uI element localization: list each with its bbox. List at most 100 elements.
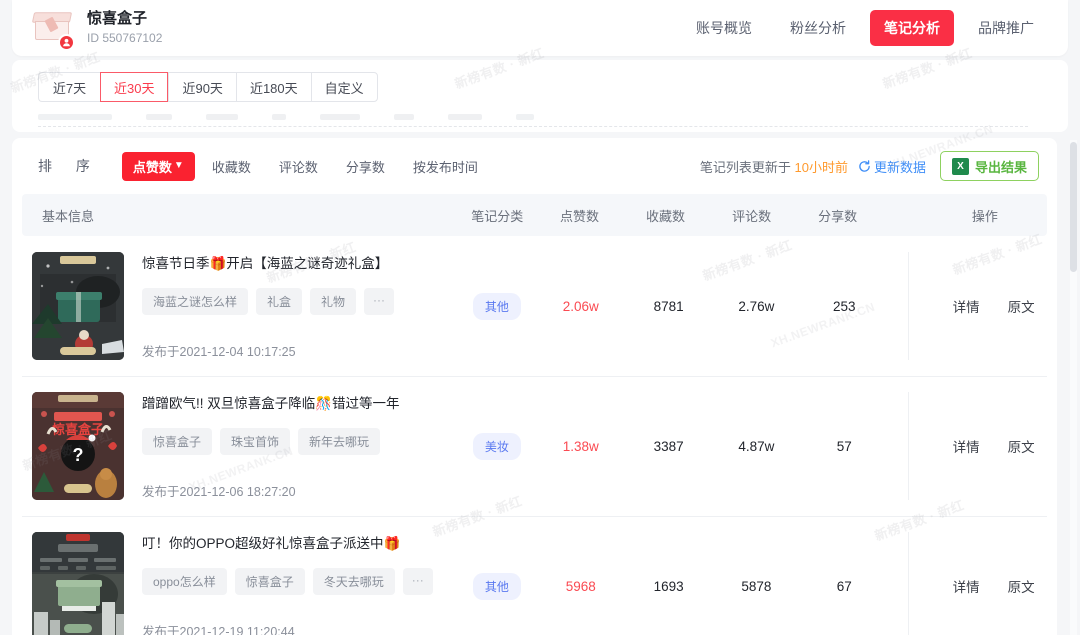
- note-shares-cell: 253: [832, 298, 856, 314]
- note-tag[interactable]: 冬天去哪玩: [312, 568, 395, 595]
- date-tab-custom[interactable]: 自定义: [310, 72, 378, 102]
- app-header: 惊喜盒子 ID 550767102 账号概览 粉丝分析 笔记分析 品牌推广: [12, 0, 1068, 56]
- nav-item-notes[interactable]: 笔记分析: [870, 10, 954, 46]
- original-link[interactable]: 原文: [1008, 576, 1035, 596]
- date-tab-180d[interactable]: 近180天: [235, 72, 311, 102]
- note-comments-cell: 4.87w: [738, 438, 775, 454]
- date-tab-90d[interactable]: 近90天: [168, 72, 236, 102]
- page-root: 惊喜盒子 ID 550767102 账号概览 粉丝分析 笔记分析 品牌推广 近7…: [0, 0, 1080, 635]
- row-basic-info: 惊喜节日季🎁开启【海蓝之谜奇迹礼盒】 海蓝之谜怎么样 礼盒 礼物 ··· 发布于…: [12, 236, 457, 376]
- excel-icon: X: [951, 157, 969, 175]
- export-results-button[interactable]: X 导出结果: [939, 151, 1039, 181]
- sort-option-collects[interactable]: 收藏数: [201, 152, 262, 181]
- column-basic-info: 基本信息: [42, 208, 95, 224]
- note-tag[interactable]: 礼盒: [256, 288, 303, 315]
- note-actions-cell: 详情 原文: [908, 516, 1057, 635]
- update-status: 笔记列表更新于 10小时前: [700, 157, 848, 176]
- note-thumbnail[interactable]: [32, 252, 124, 360]
- row-basic-info: 叮！你的OPPO超级好礼惊喜盒子派送中🎁 oppo怎么样 惊喜盒子 冬天去哪玩 …: [12, 516, 457, 635]
- sort-options: 点赞数 ▼ 收藏数 评论数 分享数 按发布时间: [121, 151, 489, 181]
- note-title[interactable]: 蹭蹭欧气!! 双旦惊喜盒子降临🎊错过等一年: [142, 394, 443, 414]
- svg-text:惊喜盒子: 惊喜盒子: [52, 422, 104, 437]
- note-title[interactable]: 叮！你的OPPO超级好礼惊喜盒子派送中🎁: [142, 534, 443, 554]
- table-row: 叮！你的OPPO超级好礼惊喜盒子派送中🎁 oppo怎么样 惊喜盒子 冬天去哪玩 …: [12, 516, 1057, 635]
- column-shares[interactable]: 分享数: [795, 206, 881, 225]
- svg-text:?: ?: [73, 445, 84, 465]
- column-comments[interactable]: 评论数: [709, 206, 795, 225]
- note-publish-date: 发布于2021-12-04 10:17:25: [142, 345, 296, 359]
- note-category-cell: 其他: [457, 516, 537, 635]
- column-actions: 操作: [971, 208, 998, 224]
- note-title[interactable]: 惊喜节日季🎁开启【海蓝之谜奇迹礼盒】: [142, 254, 443, 274]
- note-shares-cell: 57: [836, 438, 852, 454]
- clipped-filter-row: [38, 114, 534, 120]
- sort-option-shares[interactable]: 分享数: [335, 152, 396, 181]
- sort-option-likes[interactable]: 点赞数 ▼: [121, 151, 195, 181]
- note-tags: oppo怎么样 惊喜盒子 冬天去哪玩 ···: [142, 568, 443, 595]
- date-tab-30d[interactable]: 近30天: [100, 72, 169, 102]
- note-publish-date: 发布于2021-12-06 18:27:20: [142, 485, 296, 499]
- note-actions-cell: 详情 原文: [908, 376, 1057, 516]
- sort-bar: 排 序 点赞数 ▼ 收藏数 评论数 分享数 按发布时间 笔记列表更新于 10小时…: [12, 138, 1057, 194]
- note-comments-cell: 2.76w: [738, 298, 775, 314]
- note-collects-cell: 8781: [653, 298, 684, 314]
- note-tags: 海蓝之谜怎么样 礼盒 礼物 ···: [142, 288, 443, 315]
- note-tag[interactable]: 惊喜盒子: [142, 428, 213, 455]
- sort-option-publish-time[interactable]: 按发布时间: [402, 152, 489, 181]
- note-collects-cell: 1693: [653, 578, 684, 594]
- main-nav: 账号概览 粉丝分析 笔记分析 品牌推广: [682, 10, 1068, 46]
- refresh-data-button[interactable]: 更新数据: [858, 157, 926, 176]
- refresh-icon: [858, 159, 871, 173]
- column-likes[interactable]: 点赞数: [536, 206, 622, 225]
- account-name: 惊喜盒子: [87, 10, 148, 27]
- note-publish-date: 发布于2021-12-19 11:20:44: [142, 625, 295, 635]
- sort-bar-right: 笔记列表更新于 10小时前 更新数据 X 导出结果: [700, 151, 1039, 181]
- note-info: 叮！你的OPPO超级好礼惊喜盒子派送中🎁 oppo怎么样 惊喜盒子 冬天去哪玩 …: [142, 532, 443, 635]
- note-tag[interactable]: 新年去哪玩: [298, 428, 381, 455]
- original-link[interactable]: 原文: [1008, 436, 1035, 456]
- note-actions-cell: 详情 原文: [908, 236, 1057, 376]
- category-badge: 美妆: [472, 432, 521, 460]
- detail-link[interactable]: 详情: [953, 576, 980, 596]
- note-likes-cell: 1.38w: [562, 438, 599, 454]
- column-collects[interactable]: 收藏数: [622, 206, 708, 225]
- note-thumbnail[interactable]: 惊喜盒子 ?: [32, 392, 124, 500]
- note-tag[interactable]: 海蓝之谜怎么样: [142, 288, 249, 315]
- update-time: 10小时前: [794, 159, 848, 175]
- nav-item-fans[interactable]: 粉丝分析: [776, 10, 860, 46]
- original-link[interactable]: 原文: [1008, 296, 1035, 316]
- export-label: 导出结果: [974, 159, 1027, 175]
- note-likes-cell: 5968: [565, 578, 596, 594]
- note-tag-more[interactable]: ···: [364, 288, 395, 315]
- nav-item-overview[interactable]: 账号概览: [682, 10, 766, 46]
- account-id: ID 550767102: [87, 31, 163, 45]
- note-tag[interactable]: 珠宝首饰: [220, 428, 291, 455]
- detail-link[interactable]: 详情: [953, 436, 980, 456]
- account-summary: 惊喜盒子 ID 550767102: [12, 6, 163, 51]
- note-thumbnail[interactable]: [32, 532, 124, 635]
- note-tag[interactable]: 礼物: [310, 288, 357, 315]
- user-badge-icon: [58, 34, 75, 51]
- note-tag[interactable]: 惊喜盒子: [234, 568, 305, 595]
- category-badge: 其他: [472, 292, 521, 320]
- nav-item-brand[interactable]: 品牌推广: [964, 10, 1048, 46]
- table-row: 惊喜盒子 ? 蹭蹭欧气!! 双旦惊喜盒子降临🎊错过等一年 惊喜盒子 珠宝首饰 新…: [12, 376, 1057, 516]
- date-filter-panel: 近7天 近30天 近90天 近180天 自定义: [12, 60, 1068, 132]
- sort-label: 排 序: [38, 158, 100, 174]
- avatar[interactable]: [30, 6, 75, 51]
- table-row: 惊喜节日季🎁开启【海蓝之谜奇迹礼盒】 海蓝之谜怎么样 礼盒 礼物 ··· 发布于…: [12, 236, 1057, 376]
- note-info: 蹭蹭欧气!! 双旦惊喜盒子降临🎊错过等一年 惊喜盒子 珠宝首饰 新年去哪玩 发布…: [142, 392, 443, 502]
- note-shares-cell: 67: [836, 578, 852, 594]
- page-scrollbar-thumb[interactable]: [1070, 142, 1077, 272]
- detail-link[interactable]: 详情: [953, 296, 980, 316]
- note-tag[interactable]: oppo怎么样: [142, 568, 227, 595]
- note-category-cell: 其他: [457, 236, 537, 376]
- refresh-label: 更新数据: [873, 159, 926, 175]
- note-tags: 惊喜盒子 珠宝首饰 新年去哪玩: [142, 428, 443, 455]
- date-tab-7d[interactable]: 近7天: [38, 72, 100, 102]
- clipped-divider: [38, 126, 1028, 127]
- sort-option-comments[interactable]: 评论数: [268, 152, 329, 181]
- row-basic-info: 惊喜盒子 ? 蹭蹭欧气!! 双旦惊喜盒子降临🎊错过等一年 惊喜盒子 珠宝首饰 新…: [12, 376, 457, 516]
- table-header: 基本信息 笔记分类 点赞数 收藏数 评论数 分享数 操作: [22, 194, 1047, 236]
- note-tag-more[interactable]: ···: [402, 568, 433, 595]
